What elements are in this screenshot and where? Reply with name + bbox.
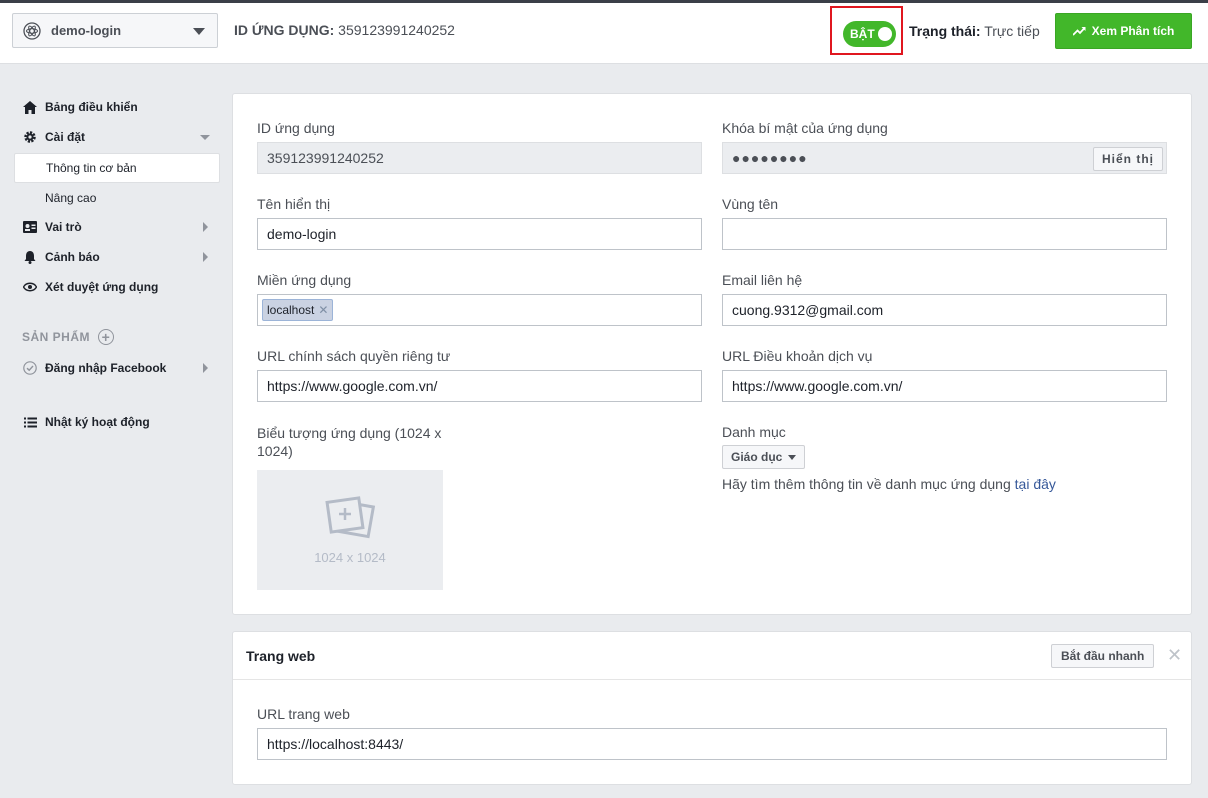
sidebar-item-settings[interactable]: Cài đặt (14, 125, 220, 149)
app-icon-size: 1024 x 1024 (314, 549, 386, 565)
category-help-text: Hãy tìm thêm thông tin về danh mục ứng d… (722, 476, 1011, 492)
chevron-right-icon (203, 222, 208, 232)
contact-email-label: Email liên hệ (722, 272, 803, 288)
sidebar-item-label: Nhật ký hoạt động (45, 415, 150, 429)
toggle-label: BẬT (850, 27, 875, 41)
app-id-label: ID ứng dụng (257, 120, 335, 136)
add-product-icon[interactable]: + (98, 329, 115, 345)
list-icon (22, 414, 38, 430)
trend-up-icon (1072, 26, 1086, 36)
sidebar-item-label: Đăng nhập Facebook (45, 361, 167, 375)
app-domains-label: Miền ứng dụng (257, 272, 352, 288)
website-card-header: Trang web Bắt đầu nhanh ✕ (233, 632, 1191, 680)
privacy-url-label: URL chính sách quyền riêng tư (257, 348, 451, 364)
privacy-url-input[interactable]: https://www.google.com.vn/ (257, 370, 702, 402)
app-icon-label-line2: 1024) (257, 443, 293, 459)
app-icon-label-line1: Biểu tượng ứng dụng (1024 x (257, 425, 442, 441)
app-icon-upload[interactable]: 1024 x 1024 (257, 470, 443, 590)
app-id-field[interactable]: 359123991240252 (257, 142, 702, 174)
category-help-link[interactable]: tại đây (1015, 476, 1056, 492)
chevron-right-icon (203, 363, 208, 373)
check-circle-icon (22, 360, 38, 376)
chevron-down-icon (193, 28, 205, 35)
app-secret-field[interactable]: ●●●●●●●● Hiển thị (722, 142, 1167, 174)
home-icon (22, 99, 38, 115)
sidebar-item-dashboard[interactable]: Bảng điều khiển (14, 95, 220, 119)
site-url-label: URL trang web (257, 706, 350, 722)
status-label: Trạng thái: (909, 23, 981, 39)
quick-start-button[interactable]: Bắt đầu nhanh (1051, 644, 1155, 668)
products-section-label: SẢN PHẨM (22, 330, 91, 344)
category-help: Hãy tìm thêm thông tin về danh mục ứng d… (722, 476, 1056, 492)
display-name-label: Tên hiển thị (257, 196, 331, 212)
sidebar-item-label: Cảnh báo (45, 250, 100, 264)
sidebar-item-activity-log[interactable]: Nhật ký hoạt động (14, 410, 220, 434)
chevron-right-icon (203, 252, 208, 262)
basic-settings-card: ID ứng dụng 359123991240252 Khóa bí mật … (232, 93, 1192, 615)
remove-token-icon[interactable]: ✕ (318, 303, 328, 317)
domain-token-label: localhost (267, 303, 315, 317)
view-analytics-label: Xem Phân tích (1091, 24, 1175, 38)
sidebar-item-label: Xét duyệt ứng dụng (45, 280, 159, 294)
app-status: Trạng thái: Trực tiếp (909, 23, 1040, 39)
sidebar-item-app-review[interactable]: Xét duyệt ứng dụng (14, 275, 220, 299)
sidebar-item-advanced[interactable]: Nâng cao (14, 183, 220, 213)
sidebar-item-basic-info[interactable]: Thông tin cơ bản (14, 153, 220, 183)
sidebar-item-facebook-login[interactable]: Đăng nhập Facebook (14, 356, 220, 380)
domain-token: localhost ✕ (262, 299, 334, 321)
app-icon-label: Biểu tượng ứng dụng (1024 x 1024) (257, 424, 441, 460)
site-url-input[interactable]: https://localhost:8443/ (257, 728, 1167, 760)
website-card: Trang web Bắt đầu nhanh ✕ URL trang web … (232, 631, 1192, 785)
sidebar-item-label: Thông tin cơ bản (46, 161, 137, 175)
view-analytics-button[interactable]: Xem Phân tích (1055, 13, 1192, 49)
category-label: Danh mục (722, 424, 786, 440)
sidebar-item-label: Cài đặt (45, 130, 86, 144)
namespace-input[interactable] (722, 218, 1167, 250)
live-mode-toggle[interactable]: BẬT (843, 21, 896, 47)
app-id-header-value: 359123991240252 (338, 22, 455, 38)
app-domains-input[interactable]: localhost ✕ (257, 294, 702, 326)
app-secret-value: ●●●●●●●● (732, 150, 808, 166)
app-selector-dropdown[interactable]: demo-login (12, 13, 218, 48)
website-card-title: Trang web (246, 648, 316, 664)
app-atom-icon (23, 21, 41, 40)
category-value: Giáo dục (731, 450, 783, 464)
namespace-label: Vùng tên (722, 196, 779, 212)
toggle-knob (878, 27, 892, 41)
contact-email-input[interactable]: cuong.9312@gmail.com (722, 294, 1167, 326)
app-name: demo-login (51, 23, 122, 38)
sidebar-item-label: Bảng điều khiển (45, 100, 138, 114)
id-card-icon (22, 219, 38, 235)
sidebar-item-label: Nâng cao (45, 191, 97, 205)
eye-icon (22, 279, 38, 295)
sidebar-item-label: Vai trò (45, 220, 82, 234)
products-section: SẢN PHẨM + (22, 329, 115, 345)
close-icon[interactable]: ✕ (1167, 646, 1182, 664)
app-id-header-label: ID ỨNG DỤNG: (234, 22, 335, 38)
app-id-header: ID ỨNG DỤNG: 359123991240252 (234, 22, 455, 38)
bell-icon (22, 249, 38, 265)
sidebar-item-alerts[interactable]: Cảnh báo (14, 245, 220, 269)
sidebar-item-roles[interactable]: Vai trò (14, 215, 220, 239)
app-secret-label: Khóa bí mật của ứng dụng (722, 120, 888, 136)
terms-url-input[interactable]: https://www.google.com.vn/ (722, 370, 1167, 402)
caret-down-icon (788, 454, 797, 460)
status-value: Trực tiếp (984, 23, 1040, 39)
display-name-input[interactable]: demo-login (257, 218, 702, 250)
category-select[interactable]: Giáo dục (722, 445, 806, 469)
chevron-down-icon (200, 135, 210, 140)
terms-url-label: URL Điều khoản dịch vụ (722, 348, 873, 364)
show-secret-button[interactable]: Hiển thị (1093, 147, 1163, 171)
gear-icon (22, 129, 38, 145)
image-placeholder-icon (325, 495, 376, 538)
